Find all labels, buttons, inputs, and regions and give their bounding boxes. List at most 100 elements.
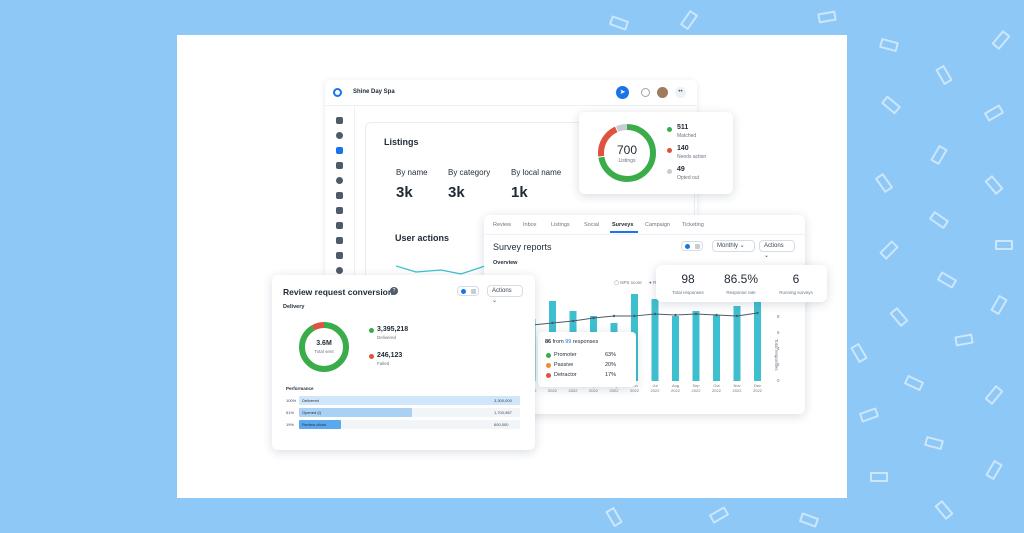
period-select[interactable]: Monthly ⌄ xyxy=(712,240,755,252)
y-tick: 4 xyxy=(777,346,780,351)
delivered-dot xyxy=(369,328,374,333)
promoter-label: Promoter xyxy=(554,352,577,358)
nps-point[interactable] xyxy=(756,311,759,315)
status-label: Opted out xyxy=(677,175,699,181)
passive-label: Passive xyxy=(554,362,574,368)
view-toggle[interactable] xyxy=(681,241,703,251)
promoter-pct: 63% xyxy=(605,352,617,358)
chart-tooltip: 86 from 99 responses Promoter 63% Passiv… xyxy=(538,332,636,387)
actions-button[interactable]: Actions ⌄ xyxy=(487,285,523,304)
actions-button[interactable]: Actions ⌄ xyxy=(759,240,795,259)
background-shape xyxy=(990,294,1008,316)
performance-pct: 51% xyxy=(286,410,295,415)
y-tick: 6 xyxy=(777,330,780,335)
help-icon[interactable]: ? xyxy=(390,287,398,295)
background-shape xyxy=(679,9,699,31)
background-shape xyxy=(880,95,902,115)
chart-bar[interactable] xyxy=(754,293,761,381)
detractor-dot xyxy=(546,373,551,378)
stat-label: Total responses xyxy=(672,290,704,295)
background-shape xyxy=(889,306,909,328)
failed-dot xyxy=(369,354,374,359)
background-shape xyxy=(817,10,837,24)
background-shape xyxy=(983,104,1005,122)
overview-label: Overview xyxy=(493,260,518,266)
users-icon[interactable] xyxy=(336,267,343,274)
status-dot xyxy=(667,148,672,153)
nps-point[interactable] xyxy=(633,314,636,318)
review-request-card: Review request conversion ? Actions ⌄ De… xyxy=(272,275,535,450)
nps-point[interactable] xyxy=(735,314,739,318)
info-icon[interactable] xyxy=(336,177,343,184)
nps-point[interactable] xyxy=(715,313,718,317)
app-header: Shine Day Spa ➤ •• xyxy=(325,80,697,106)
send-icon[interactable]: ➤ xyxy=(616,86,629,99)
home-icon[interactable] xyxy=(336,117,343,124)
nps-point[interactable] xyxy=(674,313,677,317)
nps-point[interactable] xyxy=(612,314,616,318)
status-value: 49 xyxy=(677,166,685,173)
nps-point[interactable] xyxy=(551,321,554,325)
more-icon[interactable]: •• xyxy=(675,87,686,98)
copy-icon[interactable] xyxy=(336,252,343,259)
nps-point[interactable] xyxy=(592,316,595,320)
avatar[interactable] xyxy=(657,87,668,98)
x-tick-label: 2022 xyxy=(712,388,722,393)
donut-total-label: Listings xyxy=(618,158,636,164)
nps-point[interactable] xyxy=(571,319,575,323)
survey-stats-card: 98 Total responses 86.5% Response rate 6… xyxy=(656,265,827,302)
tooltip-heading: 86 from 99 responses xyxy=(545,339,599,345)
nps-point[interactable] xyxy=(694,312,698,316)
tab-ticketing[interactable]: Ticketing xyxy=(682,222,704,228)
business-name[interactable]: Shine Day Spa xyxy=(353,89,395,95)
performance-bar[interactable] xyxy=(299,396,520,405)
status-dot xyxy=(667,127,672,132)
survey-title: Survey reports xyxy=(493,242,552,252)
chart-bar[interactable] xyxy=(733,306,741,381)
x-tick-label: 2022 xyxy=(630,388,640,393)
performance-value: 600,000 xyxy=(494,422,509,427)
tab-campaign[interactable]: Campaign xyxy=(645,222,670,228)
brand-logo-icon xyxy=(333,88,342,97)
delivery-donut xyxy=(299,322,349,372)
tab-surveys[interactable]: Surveys xyxy=(612,222,633,228)
background-shape xyxy=(984,174,1004,196)
sidebar xyxy=(325,106,355,295)
tab-listings[interactable]: Listings xyxy=(551,222,570,228)
calendar-icon[interactable] xyxy=(336,192,343,199)
background-shape xyxy=(985,459,1003,481)
performance-label: Review clicks xyxy=(302,422,327,427)
tab-inbox[interactable]: Inbox xyxy=(523,222,536,228)
view-toggle[interactable] xyxy=(457,286,479,296)
status-value: 511 xyxy=(677,124,689,131)
performance-pct: 19% xyxy=(286,422,295,427)
grid-icon[interactable] xyxy=(336,207,343,214)
listings-icon[interactable] xyxy=(336,147,343,154)
background-shape xyxy=(930,144,948,166)
chart-bar[interactable] xyxy=(651,299,659,381)
star-icon[interactable] xyxy=(336,162,343,169)
active-tab-underline xyxy=(610,231,638,233)
metric-label: By local name xyxy=(511,168,562,177)
detractor-pct: 17% xyxy=(605,372,617,378)
background-shape xyxy=(934,499,954,521)
chart-bar[interactable] xyxy=(713,315,720,381)
tabs-divider xyxy=(484,234,805,235)
background-shape xyxy=(991,29,1011,51)
tab-review[interactable]: Review xyxy=(493,222,511,228)
nps-point[interactable] xyxy=(653,312,657,316)
chart-bar[interactable] xyxy=(672,316,679,381)
background-shape xyxy=(850,342,868,364)
tab-social[interactable]: Social xyxy=(584,222,599,228)
y-tick: 0 xyxy=(777,378,780,383)
megaphone-icon[interactable] xyxy=(336,222,343,229)
document-icon[interactable] xyxy=(336,237,343,244)
x-tick-label: 2022 xyxy=(548,388,558,393)
donut-total: 700 xyxy=(616,143,638,157)
background-shape xyxy=(936,271,958,289)
background-shape xyxy=(924,435,944,451)
metric-value: 3k xyxy=(448,184,465,201)
chat-icon[interactable] xyxy=(336,132,343,139)
settings-icon[interactable] xyxy=(641,88,650,97)
chart-bar[interactable] xyxy=(692,311,700,381)
